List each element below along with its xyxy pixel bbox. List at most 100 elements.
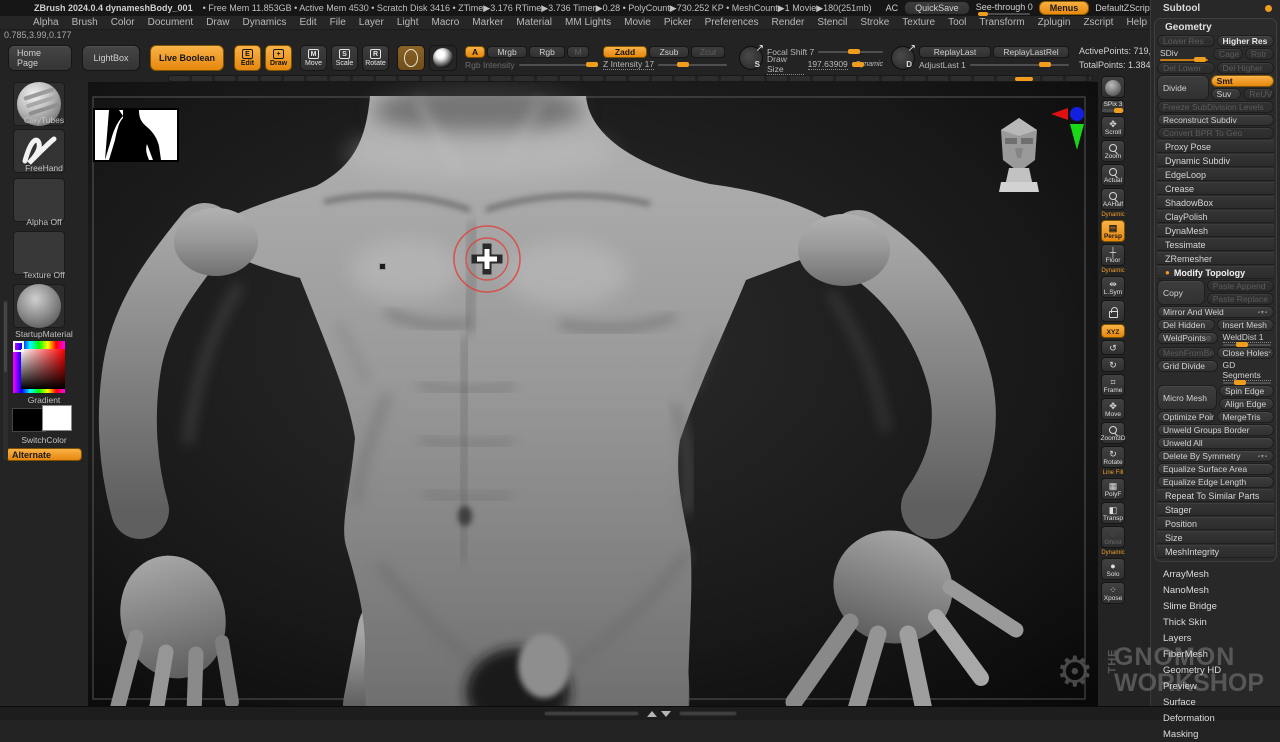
tray-down-icon[interactable] (661, 711, 671, 717)
del-higher-button[interactable]: Del Higher (1217, 62, 1275, 74)
cage-button[interactable]: Cage (1213, 48, 1243, 60)
palette-section[interactable]: Layers (1151, 630, 1280, 646)
menu-item[interactable]: File (330, 17, 346, 28)
color-a-button[interactable]: A (465, 46, 485, 58)
rgb-intensity-slider[interactable]: Rgb Intensity (465, 59, 595, 71)
micro-mesh-button[interactable]: Micro Mesh (1157, 385, 1217, 410)
z-intensity-slider[interactable]: Z Intensity 17 (603, 59, 727, 71)
alternate-button[interactable]: Alternate (6, 448, 82, 461)
gd-segments-slider[interactable]: GD Segments (1220, 360, 1275, 384)
palette-section[interactable]: Masking (1151, 726, 1280, 742)
move-3d-button[interactable]: ✥Move (1101, 398, 1125, 420)
unweld-all-button[interactable]: Unweld All (1157, 437, 1274, 449)
reuv-button[interactable]: ReUV (1243, 88, 1274, 100)
timeline-strip[interactable] (168, 75, 1093, 82)
adjust-last-slider[interactable]: AdjustLast 1 (919, 59, 1069, 71)
zcut-button[interactable]: Zcut (691, 46, 725, 58)
polyframe-button[interactable]: ▦PolyF (1101, 478, 1125, 500)
home-page-button[interactable]: Home Page (8, 45, 72, 71)
higher-res-button[interactable]: Higher Res (1217, 35, 1275, 47)
symmetry-axis-icons[interactable]: ▪▾▪ (1258, 453, 1268, 460)
menu-item[interactable]: Document (148, 17, 194, 28)
solo-button[interactable]: ●Solo (1101, 558, 1125, 580)
frame-button[interactable]: ⌗Frame (1101, 374, 1125, 396)
close-holes-button[interactable]: Close Holes▪ (1217, 347, 1275, 359)
palette-section[interactable]: Slime Bridge (1151, 598, 1280, 614)
paste-replace-button[interactable]: Paste Replace (1207, 293, 1274, 305)
palette-section[interactable]: Thick Skin (1151, 614, 1280, 630)
replay-last-rel-button[interactable]: ReplayLastRel (993, 46, 1069, 58)
texture-slot-thumb[interactable] (13, 231, 65, 275)
palette-section[interactable]: Preview (1151, 678, 1280, 694)
reconstruct-subdiv-button[interactable]: Reconstruct Subdiv (1157, 114, 1274, 126)
equalize-surface-area-button[interactable]: Equalize Surface Area (1157, 463, 1274, 475)
lower-res-button[interactable]: Lower Res (1157, 35, 1215, 47)
mrgb-button[interactable]: Mrgb (487, 46, 527, 58)
aahalf-button[interactable]: AAHalf (1101, 188, 1125, 210)
secondary-color-swatch[interactable] (42, 405, 72, 431)
menu-item[interactable]: MM Lights (565, 17, 611, 28)
zsub-button[interactable]: Zsub (649, 46, 689, 58)
menu-item[interactable]: Zscript (1083, 17, 1113, 28)
document-preview-thumbnail[interactable] (93, 108, 179, 162)
current-brush-button[interactable] (397, 45, 425, 71)
grid-divide-button[interactable]: Grid Divide (1157, 360, 1218, 372)
menu-item[interactable]: Preferences (705, 17, 759, 28)
zoom-button[interactable]: Zoom (1101, 140, 1125, 162)
align-edge-button[interactable]: Align Edge (1219, 398, 1274, 410)
menu-item[interactable]: Edit (299, 17, 316, 28)
freeze-subdivision-button[interactable]: Freeze SubDivision Levels (1157, 101, 1274, 113)
paste-append-button[interactable]: Paste Append (1207, 280, 1274, 292)
bpr-button[interactable] (1101, 76, 1125, 98)
palette-section[interactable]: Deformation (1151, 710, 1280, 726)
menu-item[interactable]: Draw (206, 17, 229, 28)
main-color-swatch[interactable] (12, 408, 46, 432)
palette-section[interactable]: Tessimate (1157, 238, 1274, 251)
insert-mesh-button[interactable]: Insert Mesh (1217, 319, 1275, 331)
copy-button[interactable]: Copy (1157, 280, 1205, 305)
smt-button[interactable]: Smt (1211, 75, 1274, 87)
palette-section[interactable]: Dynamic Subdiv (1157, 154, 1274, 167)
palette-section[interactable]: MeshIntegrity (1157, 545, 1274, 558)
draw-size-slider[interactable]: Draw Size197.63909Dynamic (767, 59, 883, 71)
m-button[interactable]: M (567, 46, 589, 58)
actual-button[interactable]: Actual (1101, 164, 1125, 186)
menu-item[interactable]: Transform (979, 17, 1024, 28)
color-picker[interactable] (13, 341, 65, 393)
rotate-button[interactable]: RRotate (362, 45, 389, 71)
bottom-scrollbar-left[interactable] (544, 711, 639, 716)
del-hidden-button[interactable]: Del Hidden (1157, 319, 1215, 331)
geometry-title[interactable]: Geometry (1157, 21, 1274, 35)
delete-by-symmetry-button[interactable]: Delete By Symmetry▪▾▪ (1157, 450, 1274, 462)
menu-item[interactable]: Stroke (860, 17, 889, 28)
palette-section[interactable]: ZRemesher (1157, 252, 1274, 265)
floor-button[interactable]: ┼Floor (1101, 244, 1125, 266)
tray-up-icon[interactable] (647, 711, 657, 717)
rgb-button[interactable]: Rgb (529, 46, 565, 58)
camera-orientation-widget[interactable] (993, 104, 1093, 194)
mesh-from-brush-button[interactable]: MeshFromBrush (1157, 347, 1215, 359)
modify-topology-section[interactable]: ●Modify Topology (1157, 266, 1274, 279)
unweld-groups-border-button[interactable]: Unweld Groups Border (1157, 424, 1274, 436)
lightbox-button[interactable]: LightBox (82, 45, 140, 71)
current-material-button[interactable] (429, 45, 457, 71)
menu-item[interactable]: Tool (948, 17, 966, 28)
lock-camera-button[interactable] (1101, 300, 1125, 322)
tray-toggle-arrows[interactable] (647, 711, 671, 717)
menu-item[interactable]: Color (111, 17, 135, 28)
xyz-button[interactable]: XYZ (1101, 324, 1125, 338)
move-button[interactable]: MMove (300, 45, 327, 71)
left-tray-scrollbar[interactable] (3, 300, 8, 460)
convert-bpr-button[interactable]: Convert BPR To Geo (1157, 127, 1274, 139)
scale-button[interactable]: SScale (331, 45, 358, 71)
size-dial-icon[interactable]: ↗S (739, 46, 763, 70)
local-symmetry-button[interactable]: ⇹L.Sym (1101, 276, 1125, 298)
palette-section[interactable]: EdgeLoop (1157, 168, 1274, 181)
undo-rotate-button[interactable]: ↺ (1101, 340, 1125, 355)
sdiv-slider[interactable]: SDiv (1157, 48, 1211, 61)
palette-section[interactable]: DynaMesh (1157, 224, 1274, 237)
optimize-point-button[interactable]: Optimize Point (1157, 411, 1215, 423)
scroll-button[interactable]: ✥Scroll (1101, 116, 1125, 138)
xpose-button[interactable]: ⁘Xpose (1101, 582, 1125, 604)
timeline-marker[interactable] (1015, 77, 1033, 81)
